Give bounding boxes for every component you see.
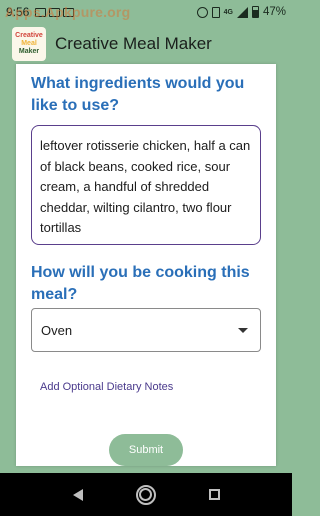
network-type: 4G (223, 8, 233, 16)
add-dietary-notes-link[interactable]: Add Optional Dietary Notes (40, 381, 173, 393)
caret-down-icon (238, 327, 248, 333)
status-bar: 9:56 Apps.Apkpure.org 4G 47% (0, 0, 292, 24)
logo-text-creative: Creative (15, 32, 43, 39)
recent-apps-square-icon[interactable] (208, 489, 220, 500)
cooking-method-select[interactable]: Oven (31, 308, 261, 352)
meal-form: What ingredients would you like to use? … (16, 64, 276, 466)
app-bar: Creative Meal Maker Creative Meal Maker (0, 24, 292, 64)
submit-button[interactable]: Submit (109, 434, 183, 466)
app-title: Creative Meal Maker (55, 34, 212, 53)
battery-icon (251, 6, 259, 18)
signal-icon (236, 6, 248, 18)
alarm-icon (196, 6, 208, 18)
home-circle-icon[interactable] (135, 484, 156, 505)
cooking-question: How will you be cooking this meal? (31, 264, 250, 303)
ingredients-question: What ingredients would you like to use? (31, 75, 245, 114)
navigation-bar (0, 473, 292, 516)
battery-percent: 47% (262, 6, 286, 18)
cooking-method-value: Oven (41, 322, 73, 338)
app-logo: Creative Meal Maker (12, 27, 46, 61)
status-right: 4G 47% (196, 6, 286, 18)
vibrate-icon (211, 6, 220, 18)
watermark: Apps.Apkpure.org (5, 4, 131, 20)
logo-text-meal: Meal (21, 40, 37, 47)
back-triangle-icon[interactable] (72, 488, 83, 501)
logo-text-maker: Maker (18, 48, 40, 55)
ingredients-input[interactable]: leftover rotisserie chicken, half a can … (31, 125, 261, 245)
